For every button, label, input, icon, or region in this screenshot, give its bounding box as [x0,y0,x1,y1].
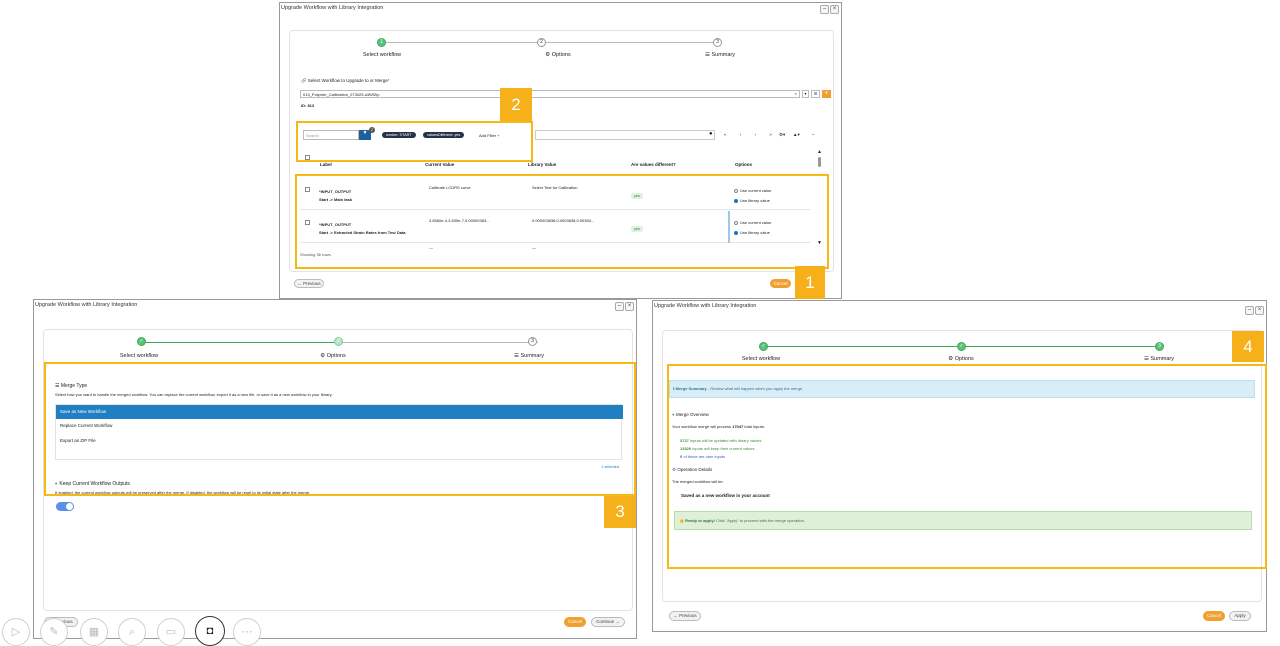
workflow-dropdown-toggle[interactable]: ▾ [802,90,809,98]
column-settings-icon[interactable]: ⚙▾ [779,132,785,138]
column-label[interactable]: Label [320,162,332,167]
step-2-indicator: 2 [334,337,343,346]
step-3-label: ☰ Summary [514,353,544,359]
column-library-value[interactable]: Library Value [528,162,556,167]
highlight-box-1 [295,174,829,269]
highlight-box-3 [44,362,636,496]
step-connector [385,42,545,43]
cancel-button[interactable]: Cancel [770,279,791,288]
close-button[interactable]: × [830,5,839,14]
step-2-label: ⚙ Options [320,353,346,359]
step-connector [343,342,538,343]
dialog-title: Upgrade Workflow with Library Integratio… [281,5,384,11]
next-page-button[interactable]: › [755,132,763,137]
step-connector [143,342,343,343]
dialog-title: Upgrade Workflow with Library Integratio… [654,303,757,309]
camera-icon[interactable]: ◘ [195,616,225,646]
previous-button[interactable]: ← Previous [294,279,324,288]
first-page-button[interactable]: « [724,132,733,137]
window-controls: – × [615,302,634,311]
step-1-indicator: 1 [377,38,386,47]
step-1-label: Select workflow [119,353,159,359]
callout-1: 1 [795,266,825,299]
step-1-label: Select workflow [362,52,402,58]
step-3-label: ☰ Summary [1144,356,1174,362]
list-icon: ☰ [1144,356,1149,362]
column-are-values-different[interactable]: Are values different? [631,162,676,167]
clear-icon[interactable]: × [795,91,797,96]
step-3-indicator: 3 [1155,342,1164,351]
dialog-title: Upgrade Workflow with Library Integratio… [35,302,138,308]
step-3-indicator: 3 [528,337,537,346]
gear-icon: ⚙ [948,356,954,362]
minimize-button[interactable]: – [1245,306,1254,315]
more-icon[interactable]: ⋯ [233,618,261,646]
step-2-label: ⚙ Options [545,52,571,58]
callout-4: 4 [1232,331,1264,362]
step-2-label: ⚙ Options [948,356,974,362]
scroll-up-icon[interactable]: ▲ [817,149,822,155]
step-2-indicator: 2 [537,38,546,47]
select-workflow-label: 🔗 Select Workflow to Upgrade to or Merge… [301,78,390,83]
callout-3: 3 [604,496,636,528]
slides-icon[interactable]: ▦ [80,618,108,646]
list-icon: ☰ [705,52,710,58]
play-icon[interactable]: ▷ [2,618,30,646]
pager: « ‹ › » [724,132,778,137]
last-page-button[interactable]: » [769,132,778,137]
step-connector [764,346,962,347]
scrollbar-thumb[interactable] [818,157,821,167]
search-icon[interactable]: ⌕ [118,618,146,646]
list-view-button[interactable]: ☰ [811,90,820,98]
gear-icon: ⚙ [320,353,326,359]
filter-toggle-button[interactable]: ▼ [822,90,831,98]
cancel-button[interactable]: Cancel [1203,611,1225,621]
step-2-indicator: ✓ [957,342,966,351]
apply-button[interactable]: Apply [1229,611,1251,621]
callout-2: 2 [500,88,532,121]
link-icon: 🔗 [301,78,307,83]
workflow-select-input[interactable]: 013_Polymer_Calibration_073025.a3WfZip × [300,90,800,98]
cancel-button[interactable]: Cancel [564,617,586,627]
list-icon: ☰ [514,353,519,359]
window-controls: – × [820,5,839,14]
previous-button[interactable]: ← Previous [669,611,701,621]
step-3-indicator: 3 [713,38,722,47]
prev-page-button[interactable]: ‹ [740,132,748,137]
step-1-indicator: ✓ [759,342,768,351]
collapse-icon[interactable]: – [812,132,815,137]
step-connector [545,42,715,43]
minimize-button[interactable]: – [615,302,624,311]
highlight-box-4 [667,364,1267,569]
step-3-label: ☰ Summary [705,52,735,58]
step-1-indicator: ✓ [137,337,146,346]
sort-icon[interactable]: ▲▾ [793,132,800,138]
gear-icon: ⚙ [545,52,551,58]
column-current-value[interactable]: Current Value [425,162,454,167]
info-icon[interactable]: ● [709,131,713,137]
workflow-id: ID: 813 [301,103,315,108]
close-button[interactable]: × [1255,306,1264,315]
highlight-box-2 [296,121,533,162]
step-connector [962,346,1160,347]
search-bar-field[interactable] [535,130,715,140]
subtitle-icon[interactable]: ▭ [157,618,185,646]
pen-icon[interactable]: ✎ [40,618,68,646]
window-controls: – × [1245,306,1264,315]
keep-outputs-toggle[interactable] [56,502,74,511]
minimize-button[interactable]: – [820,5,829,14]
continue-button[interactable]: Continue → [591,617,625,627]
step-1-label: Select workflow [741,356,781,362]
column-options[interactable]: Options [735,162,752,167]
close-button[interactable]: × [625,302,634,311]
